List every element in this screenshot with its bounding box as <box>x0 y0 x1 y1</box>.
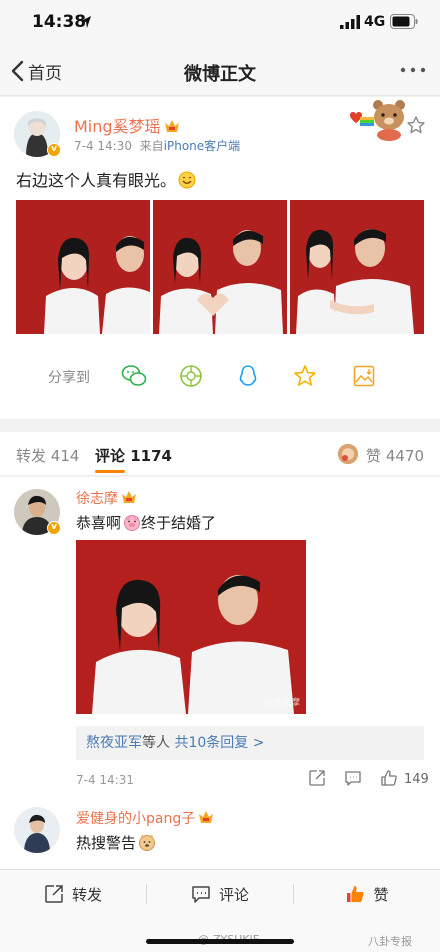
home-indicator-area: @-ZYSUKIE- 八卦专报 <box>0 917 440 952</box>
comment-text: 热搜警告 <box>76 832 156 853</box>
avatar[interactable] <box>14 807 60 853</box>
wechat-icon[interactable] <box>121 363 147 389</box>
location-arrow-icon <box>81 16 91 28</box>
comment-username[interactable]: 徐志摩 <box>76 488 137 508</box>
thumbs-up-icon[interactable] <box>380 769 398 787</box>
page-title: 微博正文 <box>184 64 256 85</box>
watermark-right: 八卦专报 <box>368 935 412 948</box>
comment-time: 7-4 14:31 <box>76 773 134 787</box>
repost-icon <box>45 885 63 903</box>
comment-list: v 徐志摩 恭喜啊 终于结婚了 @徐志摩 熬夜亚军等人 共10条回复 > 7-4 … <box>0 477 440 869</box>
pig-emoji-icon <box>124 515 141 531</box>
comment-tabs: 转发 414 评论 1174 赞 4470 <box>0 432 440 476</box>
repost-button[interactable]: 转发 <box>0 870 146 918</box>
qzone-star-icon[interactable] <box>292 363 318 389</box>
save-image-icon[interactable] <box>351 363 377 389</box>
moments-icon[interactable] <box>178 363 204 389</box>
bottom-toolbar: 转发 评论 赞 <box>0 869 440 917</box>
comment-icon[interactable] <box>344 769 362 787</box>
comment-like-count: 149 <box>404 772 429 787</box>
member-crown-icon <box>164 120 179 132</box>
comment-photo[interactable]: @徐志摩 <box>76 540 306 714</box>
network-label: 4G <box>364 14 386 30</box>
post-photo-3[interactable] <box>290 200 424 334</box>
member-crown-icon <box>199 811 214 823</box>
more-options-icon[interactable] <box>398 60 428 80</box>
like-button[interactable]: 赞 <box>294 870 440 918</box>
post-photo-2[interactable] <box>153 200 287 334</box>
replies-box[interactable]: 熬夜亚军等人 共10条回复 > <box>76 726 424 760</box>
active-tab-indicator <box>95 470 125 473</box>
tab-repost[interactable]: 转发 414 <box>16 445 79 466</box>
comment-button[interactable]: 评论 <box>147 870 293 918</box>
post-text: 右边这个人真有眼光。 <box>16 167 196 191</box>
comment-text: 恭喜啊 终于结婚了 <box>76 514 217 532</box>
like-avatar <box>338 444 358 464</box>
home-indicator[interactable] <box>146 939 294 944</box>
doge-emoji-icon <box>139 834 156 851</box>
verified-badge-icon: v <box>47 143 61 157</box>
share-row: 分享到 <box>0 357 440 397</box>
thumbs-up-icon <box>347 886 364 902</box>
post-photo-1[interactable] <box>16 200 150 334</box>
share-label: 分享到 <box>48 370 90 386</box>
repost-icon[interactable] <box>308 769 326 787</box>
battery-icon <box>390 14 418 29</box>
post-meta: 7-4 14:30 来自iPhone客户端 <box>74 139 241 153</box>
tab-likes[interactable]: 赞 4470 <box>366 445 424 466</box>
signal-icon <box>340 15 360 29</box>
favorite-star-icon[interactable] <box>406 115 426 135</box>
qq-icon[interactable] <box>235 363 261 389</box>
status-time: 14:38 <box>32 12 87 32</box>
smile-emoji-icon <box>178 171 196 189</box>
post-card: v Ming奚梦瑶 7-4 14:30 来自iPhone客户端 右边这个人真有眼… <box>0 97 440 419</box>
verified-badge-icon: v <box>47 521 61 535</box>
tab-comment[interactable]: 评论 1174 <box>95 445 172 466</box>
photo-watermark: @徐志摩 <box>263 698 300 708</box>
comment-username[interactable]: 爱健身的小pang子 <box>76 808 214 828</box>
status-bar: 14:38 4G <box>0 0 440 46</box>
member-crown-icon <box>122 491 136 503</box>
comment-icon <box>192 886 210 903</box>
nav-bar: 首页 微博正文 <box>0 46 440 96</box>
post-username[interactable]: Ming奚梦瑶 <box>74 113 180 137</box>
